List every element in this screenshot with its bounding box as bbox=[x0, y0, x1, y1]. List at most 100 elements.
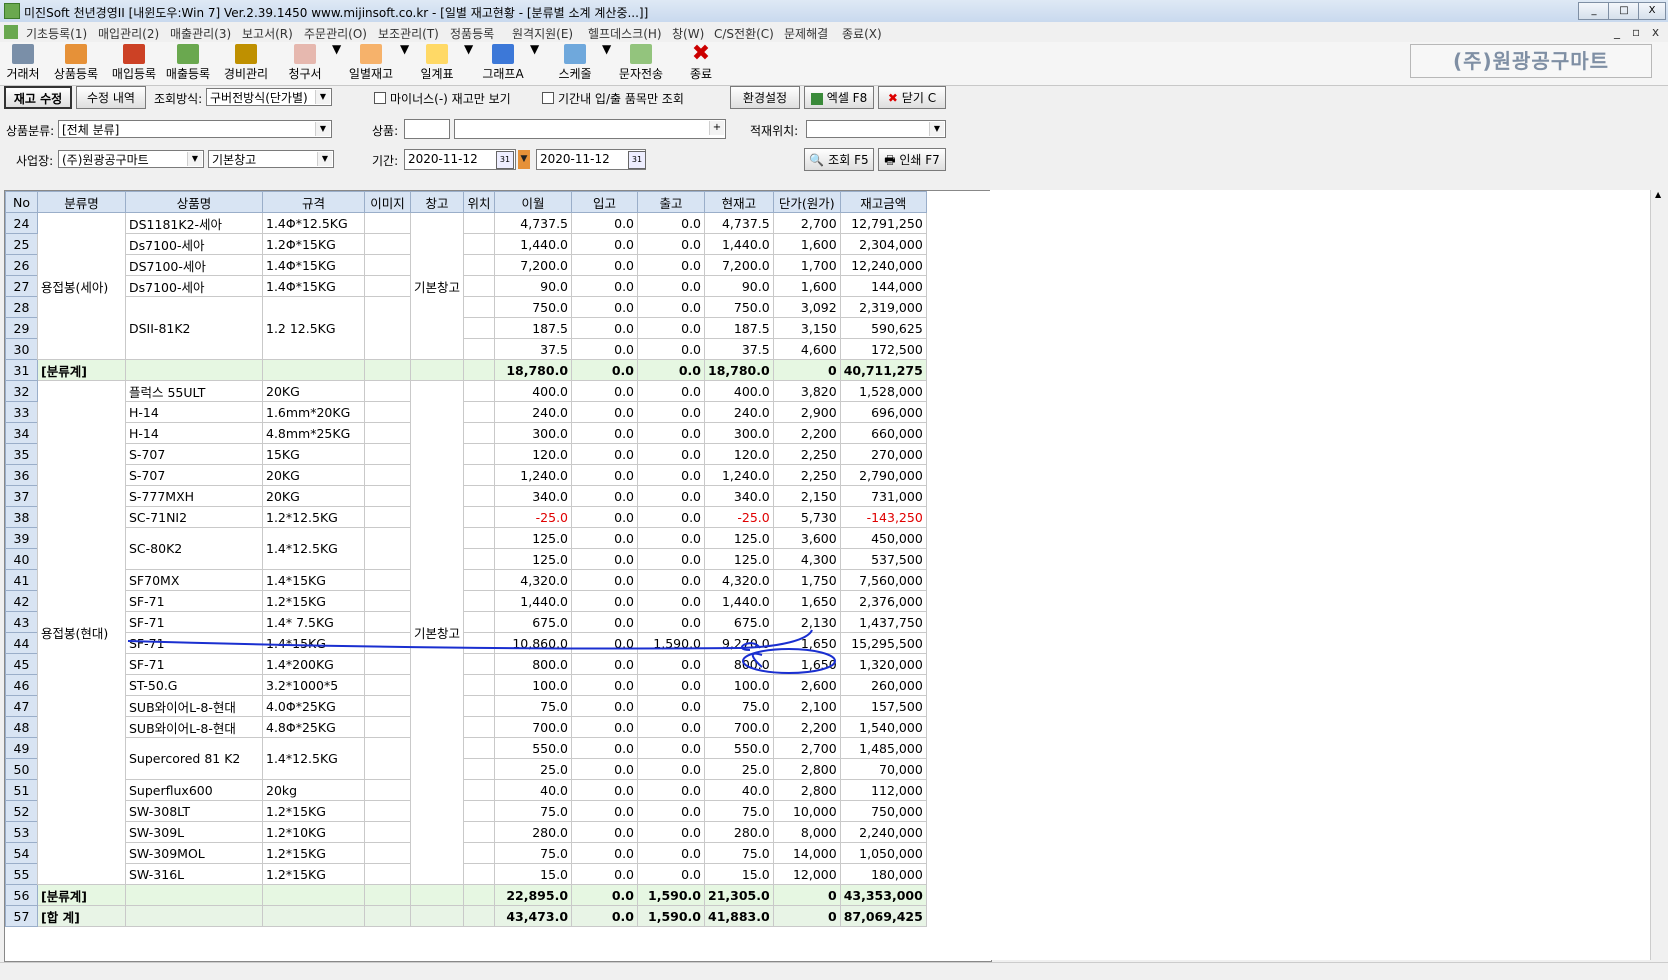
carry-cell[interactable]: 800.0 bbox=[494, 653, 573, 675]
stock-cell[interactable]: 75.0 bbox=[704, 800, 774, 822]
out-cell[interactable]: 0.0 bbox=[637, 716, 706, 738]
menu-report[interactable]: 보고서(R) bbox=[242, 25, 293, 42]
close-button[interactable]: ✖ 닫기 C bbox=[878, 86, 946, 109]
row-number-cell[interactable]: 48 bbox=[5, 716, 38, 738]
stock-grid[interactable]: No 분류명 상품명 규격 이미지 창고 위치 이월 입고 출고 현재고 단가(… bbox=[4, 190, 992, 962]
toolbar-schedule[interactable]: 스케줄 bbox=[552, 42, 598, 85]
in-cell[interactable]: 0.0 bbox=[571, 653, 639, 675]
carry-cell[interactable]: 675.0 bbox=[494, 611, 573, 633]
location-cell[interactable] bbox=[463, 422, 496, 444]
in-cell[interactable]: 0.0 bbox=[571, 632, 639, 654]
amount-cell[interactable]: 15,295,500 bbox=[839, 632, 927, 654]
amount-cell[interactable]: 2,376,000 bbox=[839, 590, 927, 612]
carry-cell[interactable]: 25.0 bbox=[494, 758, 573, 780]
stock-cell[interactable]: 280.0 bbox=[704, 821, 774, 843]
out-cell[interactable]: 0.0 bbox=[637, 821, 706, 843]
toolbar-graph[interactable]: 그래프A bbox=[478, 42, 528, 85]
carry-cell[interactable]: 15.0 bbox=[494, 863, 573, 885]
env-settings-button[interactable]: 환경설정 bbox=[730, 86, 800, 109]
toolbar-exit[interactable]: ✖ 종료 bbox=[680, 42, 722, 85]
query-method-select[interactable]: 구버전방식(단가별) ▼ bbox=[206, 88, 332, 106]
amount-cell[interactable]: 157,500 bbox=[839, 695, 927, 717]
row-number-cell[interactable]: 32 bbox=[5, 380, 38, 402]
price-cell[interactable]: 5,730 bbox=[772, 506, 841, 528]
table-row[interactable]: 54 SW-309MOL 1.2*15KG 75.0 0.0 0.0 75.0 14,000 1… bbox=[5, 842, 927, 864]
in-cell[interactable]: 0.0 bbox=[571, 464, 639, 486]
in-cell[interactable]: 0.0 bbox=[571, 737, 639, 759]
spec-cell[interactable]: 1.2*15KG bbox=[262, 800, 365, 822]
stock-cell[interactable]: 750.0 bbox=[704, 296, 774, 318]
price-cell[interactable]: 1,600 bbox=[772, 275, 841, 297]
location-cell[interactable] bbox=[463, 863, 496, 885]
menu-aux[interactable]: 보조관리(T) bbox=[378, 25, 439, 42]
table-row[interactable]: 55 SW-316L 1.2*15KG 15.0 0.0 0.0 15.0 12,000 180… bbox=[5, 863, 927, 885]
stock-cell[interactable]: 15.0 bbox=[704, 863, 774, 885]
price-cell[interactable]: 3,092 bbox=[772, 296, 841, 318]
in-cell[interactable]: 0.0 bbox=[571, 821, 639, 843]
price-cell[interactable]: 1,700 bbox=[772, 254, 841, 276]
minus-only-checkbox[interactable] bbox=[374, 92, 386, 104]
row-number-cell[interactable]: 46 bbox=[5, 674, 38, 696]
location-cell[interactable] bbox=[463, 569, 496, 591]
product-cell[interactable]: SF70MX bbox=[125, 569, 263, 591]
spec-cell[interactable] bbox=[262, 884, 365, 906]
spec-cell[interactable]: 20KG bbox=[262, 485, 365, 507]
location-cell[interactable] bbox=[463, 464, 496, 486]
carry-cell[interactable]: 1,440.0 bbox=[494, 233, 573, 255]
table-row[interactable]: 45 SF-71 1.4*200KG 800.0 0.0 0.0 800.0 1,650 1,3… bbox=[5, 653, 927, 675]
image-cell[interactable] bbox=[364, 254, 411, 276]
amount-cell[interactable]: 2,790,000 bbox=[839, 464, 927, 486]
product-cell[interactable]: S-707 bbox=[125, 443, 263, 465]
amount-cell[interactable]: 260,000 bbox=[839, 674, 927, 696]
calendar-icon[interactable]: 31 bbox=[628, 151, 646, 169]
in-cell[interactable]: 0.0 bbox=[571, 611, 639, 633]
price-cell[interactable]: 2,250 bbox=[772, 443, 841, 465]
row-number-cell[interactable]: 49 bbox=[5, 737, 38, 759]
product-cell[interactable]: SC-71NI2 bbox=[125, 506, 263, 528]
amount-cell[interactable]: 537,500 bbox=[839, 548, 927, 570]
amount-cell[interactable]: 590,625 bbox=[839, 317, 927, 339]
row-number-cell[interactable]: 37 bbox=[5, 485, 38, 507]
out-cell[interactable]: 0.0 bbox=[637, 443, 706, 465]
stock-cell[interactable]: 90.0 bbox=[704, 275, 774, 297]
stock-cell[interactable]: 7,200.0 bbox=[704, 254, 774, 276]
table-row[interactable]: 48 SUB와이어L-8-현대 4.8Φ*25KG 700.0 0.0 0.0 700.0 2… bbox=[5, 716, 927, 738]
stock-cell[interactable]: 75.0 bbox=[704, 695, 774, 717]
out-cell[interactable]: 0.0 bbox=[637, 506, 706, 528]
table-row[interactable]: 27 Ds7100-세아 1.4Φ*15KG 90.0 0.0 0.0 90.0 1,600 1… bbox=[5, 275, 927, 297]
spec-cell[interactable]: 15KG bbox=[262, 443, 365, 465]
out-cell[interactable]: 0.0 bbox=[637, 464, 706, 486]
spec-cell[interactable] bbox=[262, 905, 365, 927]
product-cell[interactable]: DS1181K2-세아 bbox=[125, 212, 263, 234]
row-number-cell[interactable]: 34 bbox=[5, 422, 38, 444]
carry-cell[interactable]: 125.0 bbox=[494, 548, 573, 570]
product-cell[interactable]: Ds7100-세아 bbox=[125, 233, 263, 255]
price-cell[interactable]: 12,000 bbox=[772, 863, 841, 885]
location-cell[interactable] bbox=[463, 716, 496, 738]
location-cell[interactable] bbox=[463, 632, 496, 654]
in-cell[interactable]: 0.0 bbox=[571, 905, 639, 927]
col-no[interactable]: No bbox=[5, 191, 38, 213]
out-cell[interactable]: 0.0 bbox=[637, 317, 706, 339]
image-cell[interactable] bbox=[364, 884, 411, 906]
out-cell[interactable]: 0.0 bbox=[637, 401, 706, 423]
business-select[interactable]: (주)원광공구마트 ▼ bbox=[58, 150, 204, 168]
price-cell[interactable]: 10,000 bbox=[772, 800, 841, 822]
stock-cell[interactable]: -25.0 bbox=[704, 506, 774, 528]
amount-cell[interactable]: 1,320,000 bbox=[839, 653, 927, 675]
product-cell[interactable]: 플럭스 55ULT bbox=[125, 380, 263, 402]
table-row[interactable]: 36 S-707 20KG 1,240.0 0.0 0.0 1,240.0 2,250 2,79… bbox=[5, 464, 927, 486]
amount-cell[interactable]: 40,711,275 bbox=[839, 359, 927, 381]
table-row[interactable]: 24 용접봉(세아) DS1181K2-세아 1.4Φ*12.5KG 기본창고 4,737… bbox=[5, 212, 927, 360]
col-carry[interactable]: 이월 bbox=[494, 191, 573, 213]
price-cell[interactable]: 4,300 bbox=[772, 548, 841, 570]
product-cell[interactable]: DSII-81K2 bbox=[125, 296, 263, 360]
category-cell[interactable]: 용접봉(현대) bbox=[37, 380, 126, 885]
spec-cell[interactable]: 1.4*15KG bbox=[262, 632, 365, 654]
location-cell[interactable] bbox=[463, 380, 496, 402]
image-cell[interactable] bbox=[364, 422, 411, 444]
carry-cell[interactable]: 90.0 bbox=[494, 275, 573, 297]
image-cell[interactable] bbox=[364, 695, 411, 717]
spec-cell[interactable]: 20kg bbox=[262, 779, 365, 801]
image-cell[interactable] bbox=[364, 779, 411, 801]
